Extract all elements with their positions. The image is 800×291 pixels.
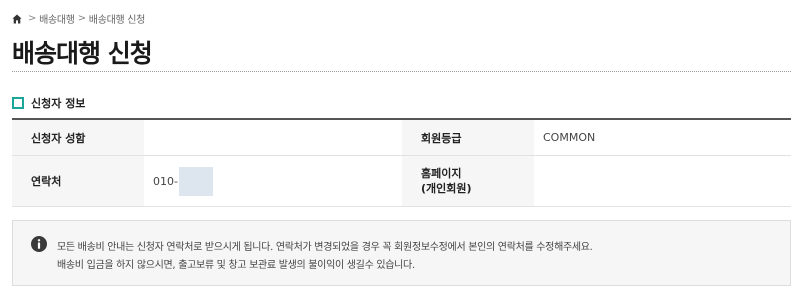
breadcrumb-item-shipping[interactable]: 배송대행 (39, 11, 75, 26)
notice-line-2: 배송비 입금을 하지 않으시면, 출고보류 및 창고 보관료 발생의 불이익이 … (57, 260, 415, 271)
homepage-label: 홈페이지 (개인회원) (402, 155, 534, 207)
section-header: 신청자 정보 (12, 95, 85, 111)
table-row: 신청자 성함 회원등급 COMMON (12, 119, 791, 156)
homepage-label-line1: 홈페이지 (421, 167, 462, 180)
homepage-label-line2: (개인회원) (421, 182, 472, 195)
info-icon (31, 236, 47, 252)
table-row: 연락처 010- 홈페이지 (개인회원) (12, 155, 791, 207)
phone-prefix: 010- (153, 174, 178, 188)
breadcrumb-separator: > (77, 13, 86, 24)
home-icon[interactable] (12, 14, 22, 24)
applicant-name-label: 신청자 성함 (12, 119, 144, 156)
contact-label: 연락처 (12, 155, 144, 207)
member-grade-label: 회원등급 (402, 119, 534, 156)
member-grade-value: COMMON (534, 119, 791, 156)
page-title: 배송대행 신청 (12, 39, 153, 68)
title-divider (12, 71, 791, 72)
breadcrumb: > 배송대행 > 배송대행 신청 (12, 11, 145, 26)
notice-box: 모든 배송비 안내는 신청자 연락처로 받으시게 됩니다. 연락처가 변경되었을… (12, 220, 791, 286)
contact-value: 010- (144, 155, 402, 207)
breadcrumb-separator: > (28, 13, 37, 24)
notice-line-1: 모든 배송비 안내는 신청자 연락처로 받으시게 됩니다. 연락처가 변경되었을… (57, 242, 593, 253)
phone-input[interactable] (178, 166, 213, 196)
square-bullet-icon (12, 97, 24, 109)
homepage-value (534, 155, 791, 207)
applicant-info-table: 신청자 성함 회원등급 COMMON 연락처 010- 홈페이지 (개인회원) (12, 118, 791, 207)
section-title: 신청자 정보 (31, 97, 86, 110)
breadcrumb-item-shipping-request[interactable]: 배송대행 신청 (89, 11, 146, 26)
applicant-name-value (144, 119, 402, 156)
